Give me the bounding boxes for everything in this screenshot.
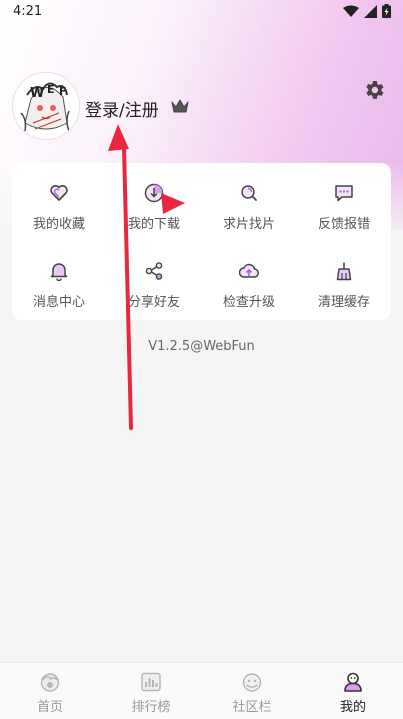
- menu-item-share[interactable]: 分享好友: [107, 253, 201, 313]
- broom-icon: [336, 262, 352, 281]
- menu-item-clear-cache[interactable]: 清理缓存: [297, 253, 391, 313]
- battery-charging-icon: [382, 4, 391, 18]
- share-icon: [145, 262, 163, 280]
- menu-item-label: 分享好友: [127, 295, 180, 310]
- home-icon: [40, 673, 60, 692]
- tab-label: 首页: [36, 700, 63, 715]
- wifi-icon: [343, 5, 359, 17]
- tab-community[interactable]: 社区栏: [202, 663, 302, 719]
- login-register-link[interactable]: 登录/注册: [85, 96, 159, 121]
- menu-card: 我的收藏 我的下载 求片找片 反馈报错 消息中心 分享好友 检查升级 清理缓存: [12, 163, 391, 320]
- svg-text:W: W: [30, 86, 44, 101]
- avatar[interactable]: W E F: [12, 72, 80, 140]
- status-bar: 4:21: [0, 0, 403, 24]
- crown-icon: [171, 99, 189, 113]
- menu-item-label: 我的收藏: [32, 217, 85, 232]
- profile-icon: [344, 672, 362, 692]
- menu-item-label: 消息中心: [32, 295, 85, 310]
- svg-text:F: F: [59, 85, 67, 98]
- menu-item-feedback[interactable]: 反馈报错: [297, 175, 391, 235]
- app-version: V1.2.5@WebFun: [148, 339, 255, 354]
- menu-item-label: 反馈报错: [317, 217, 370, 232]
- menu-item-messages[interactable]: 消息中心: [12, 253, 106, 313]
- menu-item-label: 求片找片: [222, 217, 275, 232]
- ranking-icon: [141, 672, 161, 692]
- heart-icon: [50, 185, 68, 201]
- tab-ranking[interactable]: 排行榜: [101, 663, 201, 719]
- tab-profile[interactable]: 我的: [303, 663, 403, 719]
- search-film-icon: [241, 185, 257, 201]
- bottom-tab-bar: 首页 排行榜 社区栏 我的: [0, 662, 403, 719]
- svg-text:E: E: [47, 83, 55, 96]
- tab-home[interactable]: 首页: [0, 663, 100, 719]
- community-icon: [242, 673, 262, 692]
- menu-item-label: 清理缓存: [317, 295, 370, 310]
- tab-label: 我的: [339, 700, 366, 715]
- download-icon: [144, 183, 164, 203]
- tab-label: 排行榜: [131, 700, 171, 715]
- signal-icon: [364, 4, 377, 18]
- tab-label: 社区栏: [232, 700, 272, 715]
- menu-item-check-update[interactable]: 检查升级: [202, 253, 296, 313]
- avatar-illustration: W E F: [13, 73, 79, 139]
- gear-icon[interactable]: [362, 78, 386, 102]
- status-time: 4:21: [13, 4, 43, 19]
- menu-item-label: 我的下载: [127, 217, 180, 232]
- menu-item-favorites[interactable]: 我的收藏: [12, 175, 106, 235]
- status-icons: [343, 4, 391, 18]
- menu-item-label: 检查升级: [222, 295, 275, 310]
- feedback-icon: [335, 185, 353, 202]
- menu-item-downloads[interactable]: 我的下载: [107, 175, 201, 235]
- bell-icon: [50, 263, 68, 281]
- menu-item-request-film[interactable]: 求片找片: [202, 175, 296, 235]
- upgrade-icon: [239, 263, 259, 278]
